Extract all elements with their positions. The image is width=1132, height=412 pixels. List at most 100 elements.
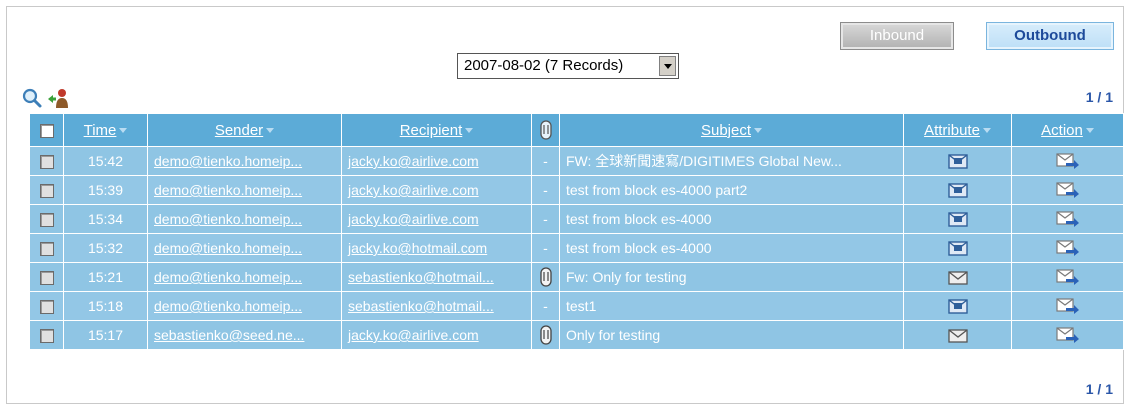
- recipient-link[interactable]: jacky.ko@airlive.com: [348, 327, 479, 343]
- paperclip-icon: [539, 325, 552, 345]
- action-cell[interactable]: [1011, 262, 1124, 292]
- recipient-cell[interactable]: jacky.ko@airlive.com: [341, 204, 532, 234]
- envelope-icon: [947, 328, 968, 343]
- attribute-cell: [903, 262, 1012, 292]
- subject-cell[interactable]: test from block es-4000: [559, 204, 904, 234]
- row-select-cell: [29, 262, 64, 292]
- subject-cell[interactable]: FW: 全球新聞速寫/DIGITIMES Global New...: [559, 146, 904, 176]
- row-checkbox[interactable]: [39, 329, 54, 344]
- table-row: 15:21 demo@tienko.homeip... sebastienko@…: [29, 262, 1124, 292]
- forward-mail-icon[interactable]: [1055, 152, 1080, 170]
- table-row: 15:42 demo@tienko.homeip... jacky.ko@air…: [29, 146, 1124, 176]
- forward-mail-icon[interactable]: [1055, 268, 1080, 286]
- recipient-cell[interactable]: jacky.ko@hotmail.com: [341, 233, 532, 263]
- row-select-cell: [29, 204, 64, 234]
- flagged-envelope-icon: [947, 212, 968, 227]
- forward-mail-icon[interactable]: [1055, 326, 1080, 344]
- row-checkbox[interactable]: [39, 300, 54, 315]
- sender-link[interactable]: demo@tienko.homeip...: [154, 269, 302, 285]
- envelope-icon: [947, 270, 968, 285]
- outbound-tab-button[interactable]: Outbound: [986, 22, 1114, 50]
- action-cell[interactable]: [1011, 320, 1124, 350]
- sender-cell[interactable]: demo@tienko.homeip...: [147, 233, 342, 263]
- recipient-link[interactable]: jacky.ko@airlive.com: [348, 153, 479, 169]
- col-sender[interactable]: Sender: [147, 113, 342, 147]
- row-checkbox[interactable]: [39, 213, 54, 228]
- row-checkbox[interactable]: [39, 184, 54, 199]
- row-select-cell: [29, 146, 64, 176]
- time-cell: 15:34: [63, 204, 148, 234]
- recipient-cell[interactable]: sebastienko@hotmail...: [341, 262, 532, 292]
- forward-mail-icon[interactable]: [1055, 181, 1080, 199]
- pager-bottom: 1 / 1: [1085, 381, 1113, 397]
- col-action[interactable]: Action: [1011, 113, 1124, 147]
- sender-cell[interactable]: demo@tienko.homeip...: [147, 204, 342, 234]
- flagged-envelope-icon: [947, 299, 968, 314]
- attribute-cell: [903, 146, 1012, 176]
- flagged-envelope-icon: [947, 154, 968, 169]
- recipient-cell[interactable]: sebastienko@hotmail...: [341, 291, 532, 321]
- subject-cell[interactable]: test1: [559, 291, 904, 321]
- time-cell: 15:39: [63, 175, 148, 205]
- col-subject[interactable]: Subject: [559, 113, 904, 147]
- sender-link[interactable]: sebastienko@seed.ne...: [154, 327, 304, 343]
- sender-link[interactable]: demo@tienko.homeip...: [154, 211, 302, 227]
- row-checkbox[interactable]: [39, 155, 54, 170]
- col-attribute[interactable]: Attribute: [903, 113, 1012, 147]
- table-row: 15:17 sebastienko@seed.ne... jacky.ko@ai…: [29, 320, 1124, 350]
- date-select-value: 2007-08-02 (7 Records): [464, 57, 624, 74]
- select-all-checkbox[interactable]: [39, 123, 54, 138]
- recipient-link[interactable]: jacky.ko@hotmail.com: [348, 240, 487, 256]
- sender-cell[interactable]: demo@tienko.homeip...: [147, 291, 342, 321]
- col-attachment[interactable]: [531, 113, 560, 147]
- select-all-cell: [29, 113, 64, 147]
- subject-cell[interactable]: Fw: Only for testing: [559, 262, 904, 292]
- subject-cell[interactable]: Only for testing: [559, 320, 904, 350]
- inbound-tab-button[interactable]: Inbound: [840, 22, 954, 50]
- mail-table: Time Sender Recipient Subject Attribute …: [29, 113, 1124, 350]
- sender-cell[interactable]: demo@tienko.homeip...: [147, 262, 342, 292]
- forward-mail-icon[interactable]: [1055, 297, 1080, 315]
- subject-cell[interactable]: test from block es-4000: [559, 233, 904, 263]
- recipient-link[interactable]: jacky.ko@airlive.com: [348, 182, 479, 198]
- attachment-cell: [531, 262, 560, 292]
- action-cell[interactable]: [1011, 175, 1124, 205]
- recipient-link[interactable]: sebastienko@hotmail...: [348, 269, 494, 285]
- sort-arrow-icon: [982, 128, 991, 134]
- sender-cell[interactable]: sebastienko@seed.ne...: [147, 320, 342, 350]
- recipient-cell[interactable]: jacky.ko@airlive.com: [341, 146, 532, 176]
- row-checkbox[interactable]: [39, 242, 54, 257]
- attachment-cell: -: [531, 233, 560, 263]
- sender-cell[interactable]: demo@tienko.homeip...: [147, 146, 342, 176]
- forward-mail-icon[interactable]: [1055, 239, 1080, 257]
- sender-link[interactable]: demo@tienko.homeip...: [154, 153, 302, 169]
- date-select[interactable]: 2007-08-02 (7 Records): [457, 53, 679, 79]
- sender-cell[interactable]: demo@tienko.homeip...: [147, 175, 342, 205]
- forward-mail-icon[interactable]: [1055, 210, 1080, 228]
- time-cell: 15:18: [63, 291, 148, 321]
- user-arrow-icon[interactable]: [47, 87, 69, 109]
- dropdown-arrow-icon[interactable]: [659, 56, 676, 76]
- pager-top: 1 / 1: [1085, 89, 1113, 105]
- attachment-cell: -: [531, 204, 560, 234]
- attribute-cell: [903, 204, 1012, 234]
- action-cell[interactable]: [1011, 146, 1124, 176]
- sort-arrow-icon: [266, 128, 275, 134]
- action-cell[interactable]: [1011, 204, 1124, 234]
- search-icon[interactable]: [21, 87, 43, 109]
- subject-cell[interactable]: test from block es-4000 part2: [559, 175, 904, 205]
- sort-arrow-icon: [119, 128, 128, 134]
- recipient-link[interactable]: sebastienko@hotmail...: [348, 298, 494, 314]
- action-cell[interactable]: [1011, 233, 1124, 263]
- row-checkbox[interactable]: [39, 271, 54, 286]
- action-cell[interactable]: [1011, 291, 1124, 321]
- col-recipient[interactable]: Recipient: [341, 113, 532, 147]
- recipient-link[interactable]: jacky.ko@airlive.com: [348, 211, 479, 227]
- recipient-cell[interactable]: jacky.ko@airlive.com: [341, 320, 532, 350]
- sender-link[interactable]: demo@tienko.homeip...: [154, 182, 302, 198]
- attachment-cell: [531, 320, 560, 350]
- sender-link[interactable]: demo@tienko.homeip...: [154, 240, 302, 256]
- col-time[interactable]: Time: [63, 113, 148, 147]
- recipient-cell[interactable]: jacky.ko@airlive.com: [341, 175, 532, 205]
- sender-link[interactable]: demo@tienko.homeip...: [154, 298, 302, 314]
